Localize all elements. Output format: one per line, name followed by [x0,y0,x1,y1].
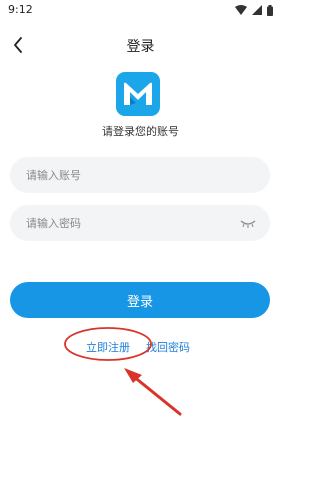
login-button[interactable]: 登录 [10,282,270,318]
page-title: 登录 [126,39,155,55]
wifi-icon [235,5,247,15]
annotation-arrow-head [124,368,142,383]
password-placeholder: 请输入密码 [26,217,81,230]
status-time: 9:12 [8,3,33,16]
account-placeholder: 请输入账号 [26,169,81,182]
status-icons [235,4,273,16]
annotation-arrow-shaft [131,374,182,416]
signal-icon [252,5,262,15]
eye-closed-icon[interactable] [240,217,256,229]
account-input[interactable]: 请输入账号 [10,157,270,193]
status-bar: 9:12 [0,0,281,20]
password-input[interactable]: 请输入密码 [10,205,270,241]
login-subtitle: 请登录您的账号 [102,125,179,138]
m-logo-icon [124,82,152,105]
forgot-password-link[interactable]: 找回密码 [146,339,190,355]
app-logo [116,72,160,116]
battery-icon [267,4,273,16]
register-link[interactable]: 立即注册 [86,339,130,355]
